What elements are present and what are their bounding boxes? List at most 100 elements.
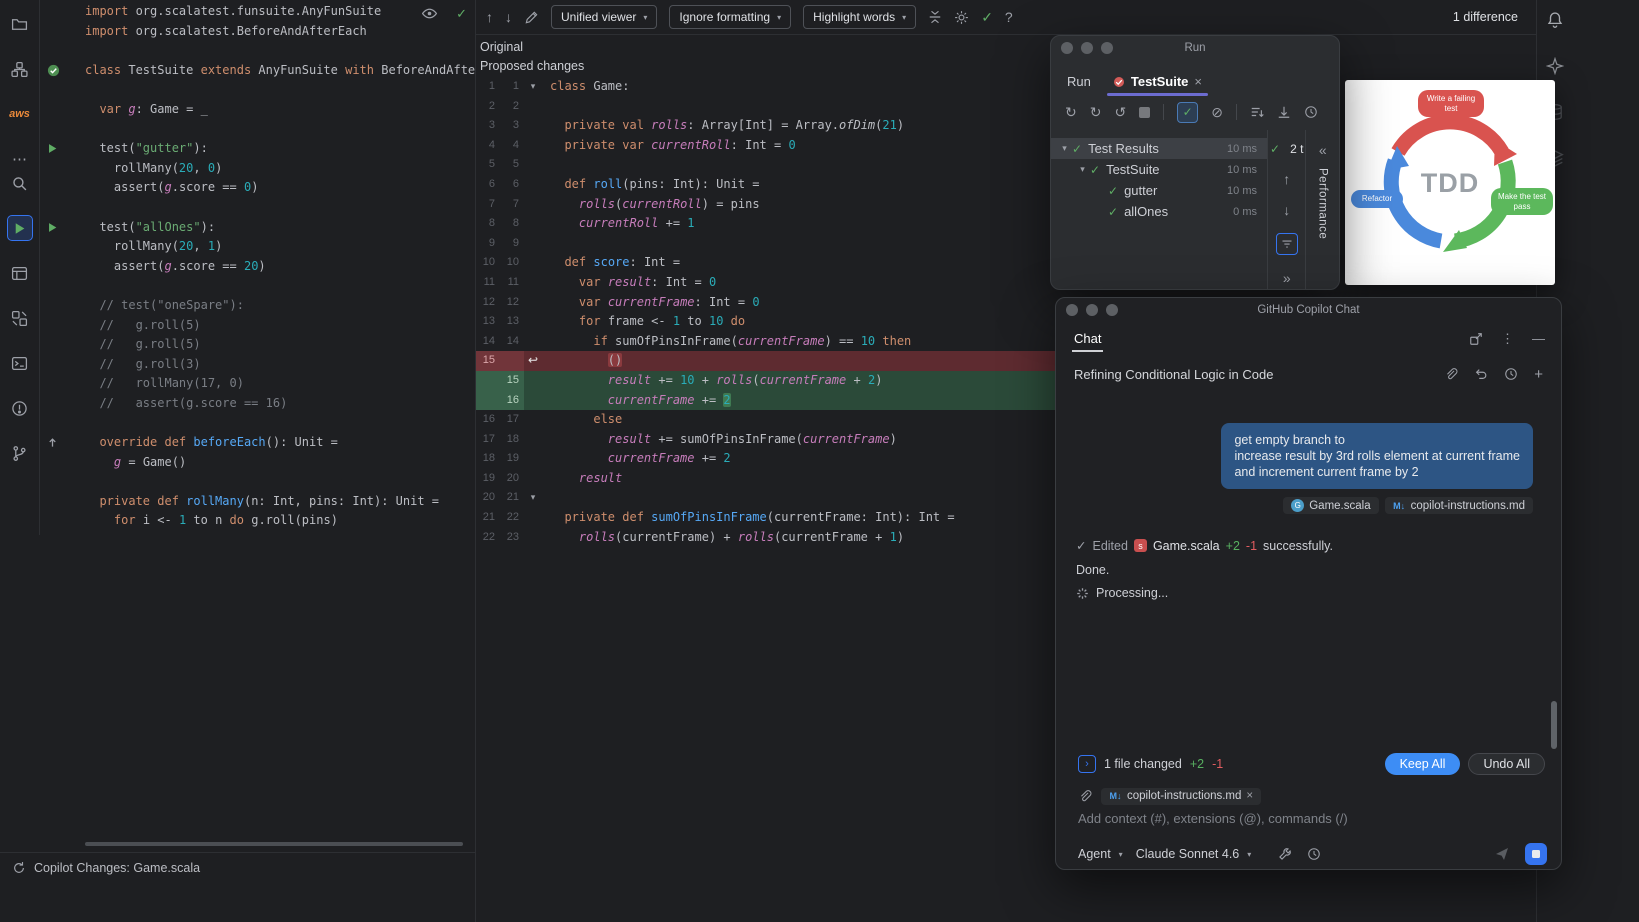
show-passed-icon[interactable]: ✓ [1177,101,1199,123]
build-icon[interactable] [8,261,32,285]
help-icon[interactable]: ? [1005,9,1013,25]
tree-chevron-icon[interactable]: ▾ [1075,164,1090,175]
test-tree-row[interactable]: ✓ allOnes 0 ms [1051,201,1267,222]
inspections-eye-icon[interactable] [421,5,438,22]
run-tool-window-icon[interactable] [6,215,33,241]
code-line[interactable] [40,413,475,433]
terminal-icon[interactable] [8,351,32,375]
code-line[interactable]: class TestSuite extends AnyFunSuite with… [40,61,475,81]
sort-tests-icon[interactable] [1250,105,1264,119]
chat-scrollbar[interactable] [1551,701,1557,749]
tools-icon[interactable] [1278,847,1292,861]
agent-mode-selector[interactable]: Agent [1078,847,1111,861]
code-line[interactable]: test("allOnes"): [40,218,475,238]
window-controls[interactable] [1066,304,1118,316]
code-line[interactable]: import org.scalatest.funsuite.AnyFunSuit… [40,2,475,22]
undo-all-button[interactable]: Undo All [1468,753,1545,775]
refresh-icon[interactable] [1307,847,1321,861]
minimize-icon[interactable]: — [1532,331,1545,346]
expand-all-icon[interactable] [1277,105,1291,119]
send-icon[interactable] [1494,846,1510,862]
new-chat-icon[interactable]: + [1534,366,1543,383]
attach-context-icon[interactable] [1444,367,1458,381]
rerun-icon[interactable]: ↻ [1065,104,1077,121]
revert-change-icon[interactable]: ↩ [524,351,542,371]
tab-testsuite[interactable]: TestSuite × [1103,67,1212,96]
next-difference-icon[interactable]: ↓ [505,9,512,25]
chat-input[interactable] [1078,811,1539,826]
performance-tab[interactable]: Performance [1317,168,1329,239]
keep-all-button[interactable]: Keep All [1384,753,1461,775]
test-tree-row[interactable]: ✓ gutter 10 ms [1051,180,1267,201]
code-line[interactable]: assert(g.score == 20) [40,257,475,277]
collapse-unchanged-icon[interactable] [928,10,942,24]
previous-difference-icon[interactable]: ↑ [486,9,493,25]
code-line[interactable]: override def beforeEach(): Unit = [40,433,475,453]
more-options-icon[interactable]: » [1283,270,1291,286]
test-tree-row[interactable]: ▾ ✓ Test Results 10 ms [1051,138,1267,159]
code-line[interactable]: // g.roll(5) [40,335,475,355]
stop-generation-button[interactable] [1525,843,1547,865]
paperclip-icon[interactable] [1078,789,1092,803]
open-in-editor-icon[interactable] [1469,332,1483,346]
highlight-dropdown[interactable]: Highlight words ▾ [803,5,917,29]
code-line[interactable] [40,198,475,218]
code-line[interactable]: // rollMany(17, 0) [40,374,475,394]
code-line[interactable] [40,276,475,296]
accept-changes-icon[interactable]: ✓ [981,9,993,26]
stop-icon[interactable] [1139,106,1151,118]
context-chip-instructions[interactable]: M↓ copilot-instructions.md [1384,497,1533,514]
filter-tests-icon[interactable] [1275,233,1298,255]
code-line[interactable]: g = Game() [40,453,475,473]
editor-horizontal-scrollbar[interactable] [85,842,463,846]
chat-window-titlebar[interactable]: GitHub Copilot Chat [1056,298,1561,322]
notifications-bell-icon[interactable] [1543,8,1567,32]
context-chip-instructions[interactable]: M↓ copilot-instructions.md × [1101,787,1262,805]
code-line[interactable]: rollMany(20, 1) [40,237,475,257]
run-test-gutter-icon[interactable] [40,139,85,159]
model-selector[interactable]: Claude Sonnet 4.6 [1136,847,1240,861]
ai-assistant-icon[interactable] [1543,54,1567,78]
project-folder-icon[interactable] [8,12,32,36]
code-line[interactable]: for i <- 1 to n do g.roll(pins) [40,511,475,531]
fold-chevron-icon[interactable]: ▾ [524,488,542,508]
code-line[interactable] [40,472,475,492]
git-branch-icon[interactable] [8,441,32,465]
structure-icon[interactable] [8,57,32,81]
inspections-ok-icon[interactable]: ✓ [456,6,467,22]
code-line[interactable]: private def rollMany(n: Int, pins: Int):… [40,492,475,512]
test-editor[interactable]: import org.scalatest.funsuite.AnyFunSuit… [40,0,475,852]
override-gutter-icon[interactable] [40,433,85,453]
tab-chat[interactable]: Chat [1072,325,1104,352]
run-window-titlebar[interactable]: Run [1051,36,1339,60]
code-line[interactable]: rollMany(20, 0) [40,159,475,179]
more-tool-windows-icon[interactable]: ⋯ [8,147,32,171]
kebab-menu-icon[interactable]: ⋮ [1501,331,1514,347]
previous-test-icon[interactable]: ↑ [1283,171,1290,187]
code-line[interactable] [40,80,475,100]
auto-rerun-icon[interactable]: ↺ [1114,104,1126,121]
code-line[interactable]: // test("oneSpare"): [40,296,475,316]
problems-icon[interactable] [8,396,32,420]
next-test-icon[interactable]: ↓ [1283,202,1290,218]
code-line[interactable]: // g.roll(5) [40,316,475,336]
settings-gear-icon[interactable] [954,10,969,25]
formatting-dropdown[interactable]: Ignore formatting ▾ [669,5,792,29]
code-line[interactable] [40,120,475,140]
edit-source-icon[interactable] [524,10,539,25]
tab-run[interactable]: Run [1057,67,1101,96]
copilot-changes-icon[interactable] [12,861,26,875]
rerun-failed-icon[interactable]: ↻ [1090,104,1102,121]
code-line[interactable]: assert(g.score == 0) [40,178,475,198]
aws-toolkit-icon[interactable]: aws [8,102,32,126]
collapse-panel-icon[interactable]: « [1319,142,1327,158]
code-line[interactable]: var g: Game = _ [40,100,475,120]
code-line[interactable]: test("gutter"): [40,139,475,159]
code-line[interactable]: // assert(g.score == 16) [40,394,475,414]
window-controls[interactable] [1061,42,1113,54]
edited-file-link[interactable]: Game.scala [1153,539,1220,553]
run-test-gutter-icon[interactable] [40,218,85,238]
code-line[interactable]: import org.scalatest.BeforeAndAfterEach [40,22,475,42]
expand-changes-icon[interactable]: › [1078,755,1096,773]
tree-chevron-icon[interactable]: ▾ [1057,143,1072,154]
